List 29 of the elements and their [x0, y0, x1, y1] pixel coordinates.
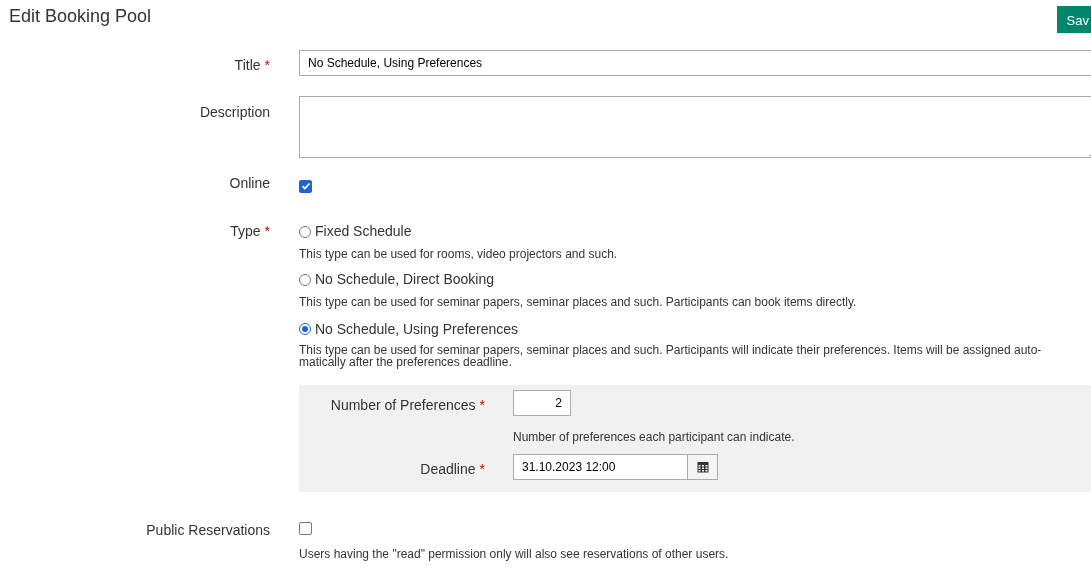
save-button[interactable]: Sav — [1056, 6, 1091, 33]
date-field[interactable]: 31.10.2023 12:00 — [513, 453, 687, 480]
required-marker: * — [264, 223, 270, 239]
help-text: Number of preferences each participant can indicate. — [513, 428, 795, 446]
field-label: Public Reservations — [146, 521, 270, 538]
calendar-icon — [696, 460, 709, 473]
help-text: This type can be used for seminar papers, seminar places and such. Participants will indicate their preferences. Items will be assigned auto- matically after the preferences deadline. — [299, 343, 1043, 369]
field-label: Online — [229, 175, 270, 191]
required-marker: * — [264, 57, 270, 73]
calendar-button[interactable] — [687, 453, 718, 480]
checkbox[interactable] — [299, 179, 312, 193]
option-label[interactable]: No Schedule, Using Preferences — [315, 318, 519, 340]
page-title: Edit Booking Pool — [9, 6, 152, 28]
required-marker: * — [479, 460, 485, 477]
checkbox[interactable] — [299, 521, 312, 535]
required-marker: * — [479, 396, 485, 413]
number-field[interactable]: 2 — [513, 389, 571, 416]
help-text: This type can be used for seminar papers, seminar places and such. Participants can book items directly. — [299, 295, 858, 309]
field-label: Number of Preferences — [330, 396, 476, 413]
help-text: Users having the "read" permission only will also see reservations of other users. — [299, 545, 730, 563]
field-label: Description — [199, 104, 270, 120]
description-field[interactable] — [299, 96, 1091, 158]
field-label: Type — [230, 223, 261, 239]
option-label[interactable]: No Schedule, Direct Booking — [315, 269, 494, 291]
title-field[interactable]: No Schedule, Using Preferences — [299, 50, 1091, 76]
help-text: This type can be used for rooms, video projectors and such. — [299, 247, 619, 261]
field-label: Title — [234, 57, 261, 73]
option-label[interactable]: Fixed Schedule — [315, 221, 412, 242]
field-label: Deadline — [420, 460, 476, 477]
